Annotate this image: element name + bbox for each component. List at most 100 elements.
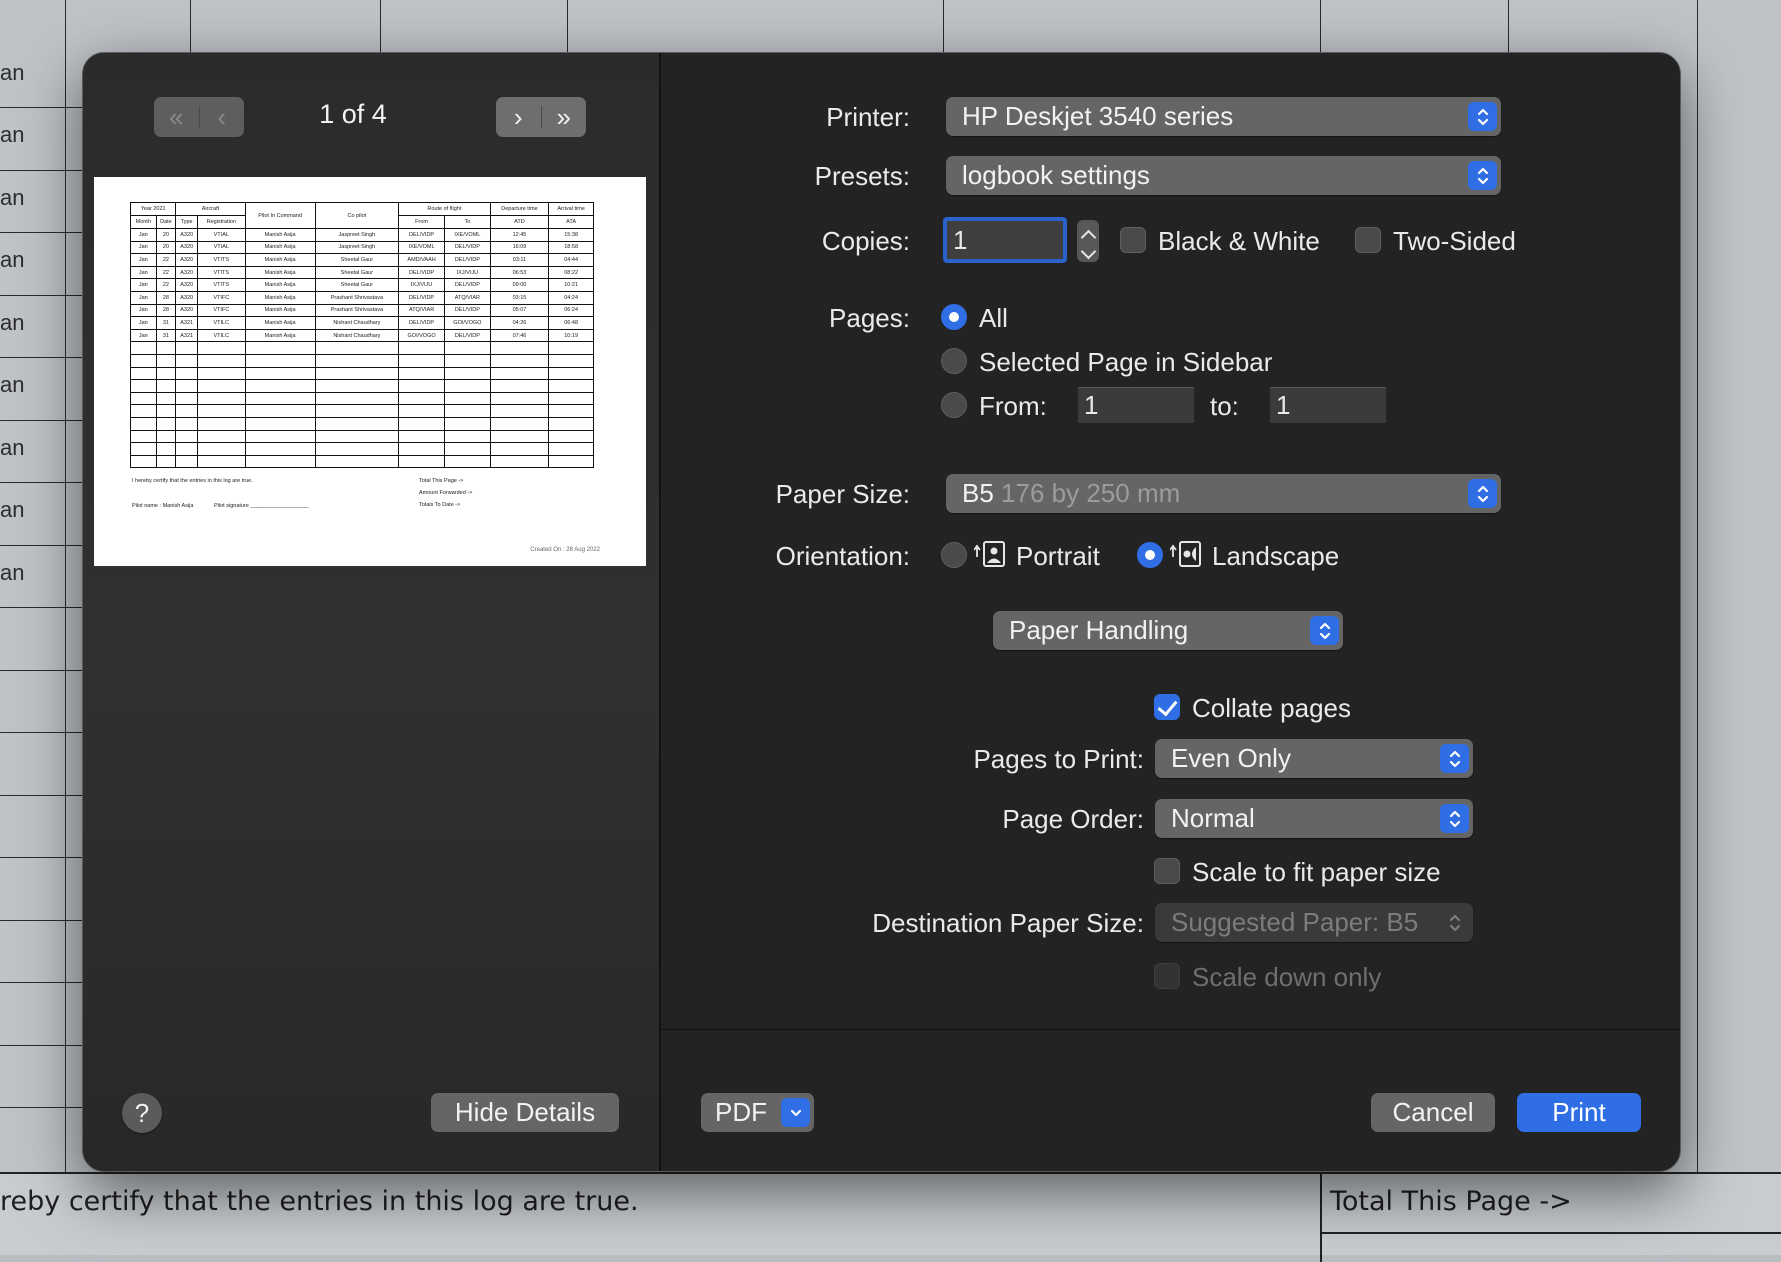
background-cell-text: an — [0, 247, 25, 272]
scale-fit-checkbox[interactable] — [1154, 858, 1180, 884]
preview-table-cell: 06:24 — [548, 303, 594, 318]
grid-line — [0, 670, 85, 671]
preview-table-cell — [130, 353, 157, 368]
preview-table-cell: 16:09 — [489, 240, 550, 255]
preview-table-cell — [130, 366, 157, 381]
grid-line — [1697, 0, 1698, 1180]
page-order-popup[interactable]: Normal — [1155, 799, 1473, 838]
preview-table-cell — [197, 404, 246, 418]
grid-line — [0, 1107, 85, 1108]
preview-table-cell — [398, 353, 446, 368]
preview-table-body: Jan 20 A320 VTIAL Manish Asija Jaspreet Singh… — [130, 228, 594, 469]
nav-back-group: « ‹ — [154, 97, 244, 137]
copies-stepper[interactable] — [1077, 220, 1099, 262]
pages-range-radio[interactable] — [941, 392, 967, 418]
black-white-checkbox[interactable] — [1120, 227, 1146, 253]
background-cell-text: an — [0, 60, 25, 85]
preview-table-cell: Jan — [130, 228, 157, 242]
preview-table-cell — [444, 454, 491, 469]
preview-table-cell — [197, 454, 246, 469]
preview-table-row: Jan 22 A320 VTITS Manish Asija Sheetal Gaur IX… — [130, 278, 594, 292]
collate-label: Collate pages — [1192, 693, 1351, 723]
preview-table-cell — [130, 391, 157, 406]
section-popup[interactable]: Paper Handling — [993, 611, 1343, 650]
copies-input[interactable]: 1 — [943, 217, 1067, 263]
paper-size-value: B5 — [962, 478, 994, 508]
preview-table-cell: 20 — [155, 228, 177, 242]
preview-table-cell: 22 — [155, 265, 177, 280]
preview-table-cell — [398, 404, 446, 418]
next-page-icon[interactable]: › — [496, 97, 541, 137]
destination-paper-popup[interactable]: Suggested Paper: B5 — [1155, 903, 1473, 942]
preview-table-cell: AMD/VAAH — [398, 253, 446, 267]
presets-value: logbook settings — [962, 160, 1150, 190]
preview-table-cell: A320 — [175, 278, 199, 292]
pages-to-print-value: Even Only — [1171, 743, 1291, 773]
preview-table-cell: Prashant Shrivastava — [314, 290, 400, 305]
first-page-icon[interactable]: « — [154, 97, 199, 137]
grid-line — [0, 170, 85, 171]
grid-line — [0, 920, 85, 921]
preview-column-header: To — [444, 215, 491, 229]
preview-header-cell: Pilot In Command — [244, 202, 316, 229]
preview-table-cell — [130, 404, 157, 418]
cancel-button[interactable]: Cancel — [1371, 1093, 1495, 1132]
preview-header-cell: Departure time — [489, 202, 550, 216]
background-footer: reby certify that the entries in this lo… — [0, 1172, 1781, 1262]
background-cell-text: an — [0, 372, 25, 397]
two-sided-checkbox[interactable] — [1355, 227, 1381, 253]
pages-from-input[interactable]: 1 — [1078, 387, 1194, 423]
pages-selected-radio[interactable] — [941, 348, 967, 374]
preview-table-cell — [489, 341, 550, 355]
page-preview[interactable]: Year 2021 Aircraft Pilot In Command Co p… — [94, 177, 646, 566]
pdf-menu-button[interactable]: PDF — [701, 1093, 814, 1132]
preview-table-row — [130, 353, 594, 368]
pages-all-radio[interactable] — [941, 304, 967, 330]
preview-table-cell — [489, 366, 550, 381]
pages-to-input[interactable]: 1 — [1270, 387, 1386, 423]
preview-table-row: Jan 20 A320 VTIAL Manish Asija Jaspreet Singh… — [130, 228, 594, 242]
preview-header-cell: Year 2021 — [129, 202, 177, 216]
preview-table-cell — [155, 404, 177, 418]
last-page-icon[interactable]: » — [542, 97, 587, 137]
preview-table-cell — [244, 366, 316, 381]
preview-total-label: Total This Page -> — [419, 478, 464, 484]
preview-table-cell: Jan — [130, 253, 157, 267]
preview-table-cell — [548, 404, 594, 418]
landscape-icon — [1170, 541, 1201, 567]
help-button[interactable]: ? — [122, 1093, 162, 1133]
pages-to-label: to: — [1210, 391, 1239, 421]
preview-column-header: From — [398, 215, 446, 229]
chevron-down-icon — [781, 1098, 810, 1127]
pages-to-print-popup[interactable]: Even Only — [1155, 739, 1473, 778]
hide-details-button[interactable]: Hide Details — [431, 1093, 619, 1132]
preview-table-cell — [444, 366, 491, 381]
pages-label: Pages: — [829, 303, 910, 333]
preview-table-cell — [175, 416, 199, 431]
preview-table-cell: VTIFC — [197, 290, 246, 305]
preview-table-cell: 04:26 — [489, 316, 550, 330]
preview-table-cell: 03:11 — [489, 253, 550, 267]
previous-page-icon[interactable]: ‹ — [200, 97, 245, 137]
preview-table-cell: 03:15 — [489, 290, 550, 305]
preview-table-cell: IXJ/VIJU — [444, 265, 491, 280]
preview-table-cell: A320 — [175, 240, 199, 255]
printer-popup[interactable]: HP Deskjet 3540 series — [946, 97, 1501, 136]
page-indicator: 1 of 4 — [319, 99, 387, 129]
paper-size-popup[interactable]: B5 176 by 250 mm — [946, 474, 1501, 513]
portrait-radio[interactable] — [941, 542, 967, 568]
preview-table-cell — [548, 442, 594, 456]
preview-column-header: Date — [155, 215, 177, 229]
landscape-radio[interactable] — [1137, 542, 1163, 568]
preview-table-cell — [244, 353, 316, 368]
scale-down-checkbox[interactable] — [1154, 963, 1180, 989]
black-white-label: Black & White — [1158, 226, 1320, 256]
grid-line — [0, 795, 85, 796]
preview-table-cell: Nishant Chaudhary — [314, 328, 400, 343]
preview-table-cell: VTIAL — [197, 228, 246, 242]
print-button[interactable]: Print — [1517, 1093, 1641, 1132]
presets-popup[interactable]: logbook settings — [946, 156, 1501, 195]
collate-checkbox[interactable] — [1154, 694, 1180, 720]
chevron-updown-icon — [1468, 479, 1497, 508]
preview-table-row — [130, 454, 594, 469]
